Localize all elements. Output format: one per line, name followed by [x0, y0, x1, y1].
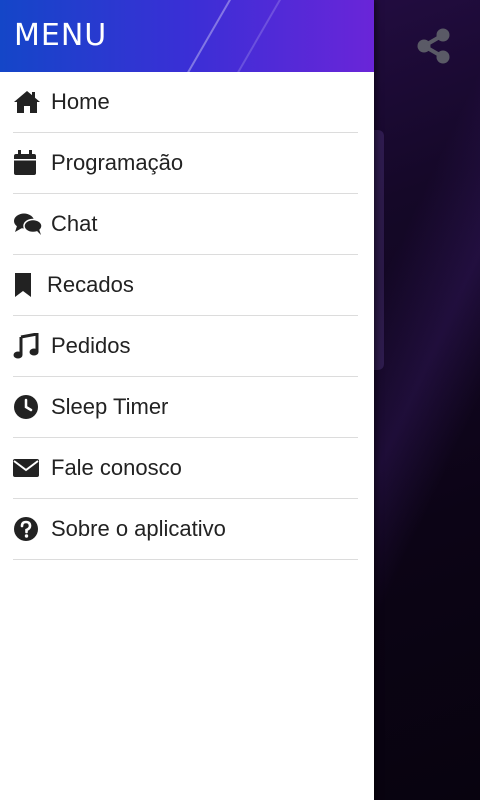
- drawer-title: MENU: [14, 18, 108, 53]
- calendar-icon: [13, 148, 43, 178]
- menu-item-recados[interactable]: Recados: [13, 255, 358, 316]
- menu-item-fale-conosco[interactable]: Fale conosco: [13, 438, 358, 499]
- menu-item-label: Programação: [51, 150, 184, 175]
- menu-item-pedidos[interactable]: Pedidos: [13, 316, 358, 377]
- menu-item-sobre[interactable]: Sobre o aplicativo: [13, 499, 358, 560]
- share-icon: [417, 28, 450, 64]
- home-icon: [13, 87, 43, 117]
- bookmark-icon: [13, 270, 39, 300]
- share-button[interactable]: [414, 26, 454, 66]
- header-decoration: [165, 0, 237, 72]
- menu-item-programacao[interactable]: Programação: [13, 133, 358, 194]
- menu-item-label: Fale conosco: [51, 455, 182, 480]
- menu-item-label: Chat: [51, 211, 98, 236]
- envelope-icon: [13, 453, 43, 483]
- menu-item-label: Pedidos: [51, 333, 131, 358]
- chat-icon: [13, 209, 43, 239]
- menu-item-label: Sleep Timer: [51, 394, 169, 419]
- header-decoration: [215, 0, 287, 72]
- menu-list: Home Programação Chat Recados Pedidos Sl…: [0, 72, 374, 560]
- question-icon: [13, 514, 43, 544]
- drawer-header: MENU: [0, 0, 374, 72]
- menu-item-home[interactable]: Home: [13, 72, 358, 133]
- clock-icon: [13, 392, 43, 422]
- menu-item-label: Sobre o aplicativo: [51, 516, 226, 541]
- content-panel-edge: [374, 130, 384, 370]
- menu-item-label: Recados: [47, 272, 134, 297]
- music-icon: [13, 331, 43, 361]
- menu-item-chat[interactable]: Chat: [13, 194, 358, 255]
- navigation-drawer: MENU Home Programação Chat Recados Pedid…: [0, 0, 374, 800]
- menu-item-label: Home: [51, 89, 110, 114]
- menu-item-sleep-timer[interactable]: Sleep Timer: [13, 377, 358, 438]
